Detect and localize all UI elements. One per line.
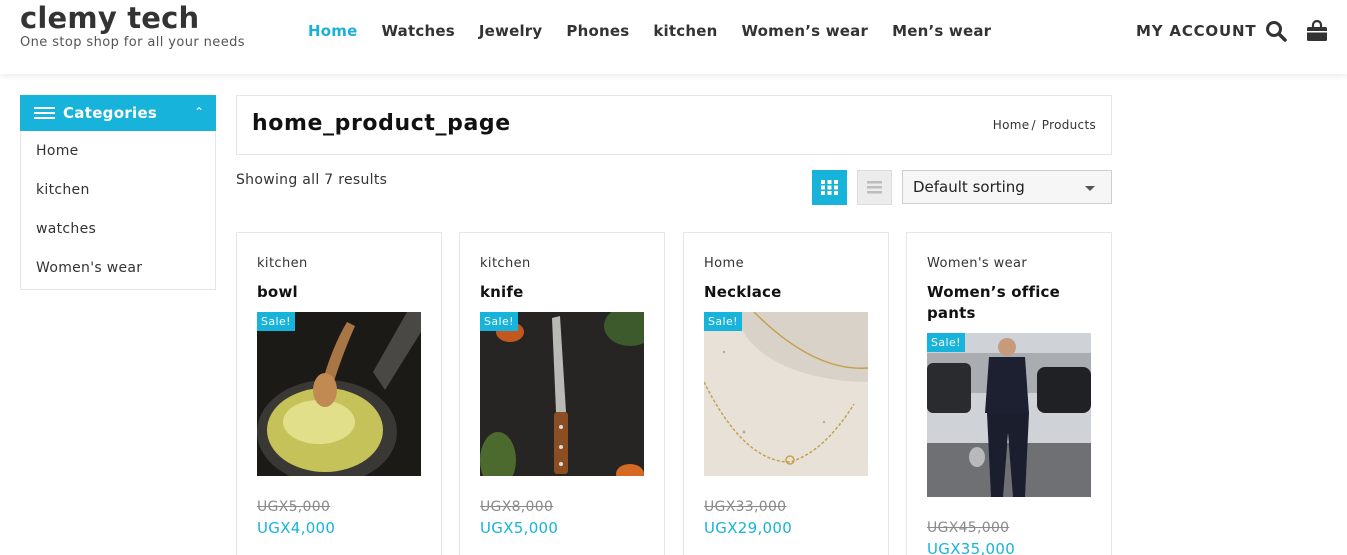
nav-item-kitchen[interactable]: kitchen [641,20,729,42]
old-price: UGX33,000 [704,499,787,515]
product-card-knife[interactable]: kitchen knife Sale! UGX8,000 UGX5,000 [459,232,665,555]
nav-item-home[interactable]: Home [296,20,369,42]
grid-icon [821,180,838,195]
sort-select-value: Default sorting [913,178,1025,196]
product-name[interactable]: knife [480,282,650,303]
nav-item-womens-wear[interactable]: Women’s wear [729,20,880,42]
sale-price: UGX29,000 [704,519,793,537]
breadcrumb-current: Products [1041,118,1096,132]
main-nav: Home Watches Jewelry Phones kitchen Wome… [296,20,1003,42]
site-title[interactable]: clemy tech [20,0,245,36]
list-view-button[interactable] [857,170,892,205]
product-image-necklace[interactable]: Sale! [704,312,868,476]
site-header: clemy tech One stop shop for all your ne… [0,0,1347,74]
product-name[interactable]: bowl [257,282,427,303]
sale-badge: Sale! [927,333,965,352]
breadcrumb-home[interactable]: Home [993,118,1030,132]
site-tagline: One stop shop for all your needs [20,35,245,50]
sale-badge: Sale! [257,312,295,331]
category-item-home[interactable]: Home [36,143,79,159]
sale-price: UGX35,000 [927,540,1016,555]
categories-heading: Categories [63,104,158,122]
sort-select[interactable]: Default sorting [902,170,1112,204]
nav-item-jewelry[interactable]: Jewelry [467,20,555,42]
product-category[interactable]: Women's wear [927,256,1027,271]
category-item-womens-wear[interactable]: Women's wear [36,260,142,276]
nav-item-phones[interactable]: Phones [554,20,641,42]
page-title-bar: home_product_page Home / Products [236,95,1112,155]
list-icon [867,181,882,194]
sale-price: UGX5,000 [480,519,559,537]
my-account-link[interactable]: MY ACCOUNT [1136,20,1256,42]
product-name[interactable]: Necklace [704,282,874,303]
product-card-bowl[interactable]: kitchen bowl Sale! UGX5,000 UGX4,000 [236,232,442,555]
product-card-womens-office-pants[interactable]: Women's wear Women’s office pants Sale! … [906,232,1112,555]
category-item-kitchen[interactable]: kitchen [36,182,90,198]
old-price: UGX45,000 [927,520,1010,536]
sale-badge: Sale! [704,312,742,331]
breadcrumb-separator: / [1031,118,1036,132]
product-image-knife[interactable]: Sale! [480,312,644,476]
product-name[interactable]: Women’s office pants [927,282,1097,324]
menu-icon [34,107,55,119]
product-image-womens-office-pants[interactable]: Sale! [927,333,1091,497]
nav-item-watches[interactable]: Watches [369,20,466,42]
product-image-bowl[interactable]: Sale! [257,312,421,476]
old-price: UGX8,000 [480,499,554,515]
chevron-down-icon [1085,186,1095,191]
product-category[interactable]: Home [704,256,744,271]
categories-toggle[interactable]: Categories ⌃ [20,95,216,131]
page-title: home_product_page [252,111,511,136]
product-category[interactable]: kitchen [257,256,308,271]
categories-list: Home kitchen watches Women's wear [20,131,216,290]
chevron-up-icon: ⌃ [193,105,204,119]
grid-view-button[interactable] [812,170,847,205]
product-card-necklace[interactable]: Home Necklace Sale! UGX33,000 UGX29,000 [683,232,889,555]
shopping-bag-icon[interactable] [1305,19,1329,43]
result-count: Showing all 7 results [236,172,388,188]
breadcrumb: Home / Products [993,118,1096,132]
old-price: UGX5,000 [257,499,331,515]
sale-badge: Sale! [480,312,518,331]
sale-price: UGX4,000 [257,519,336,537]
brand[interactable]: clemy tech One stop shop for all your ne… [20,0,245,50]
search-icon[interactable] [1264,19,1288,43]
category-item-watches[interactable]: watches [36,221,96,237]
product-category[interactable]: kitchen [480,256,531,271]
nav-item-mens-wear[interactable]: Men’s wear [880,20,1003,42]
